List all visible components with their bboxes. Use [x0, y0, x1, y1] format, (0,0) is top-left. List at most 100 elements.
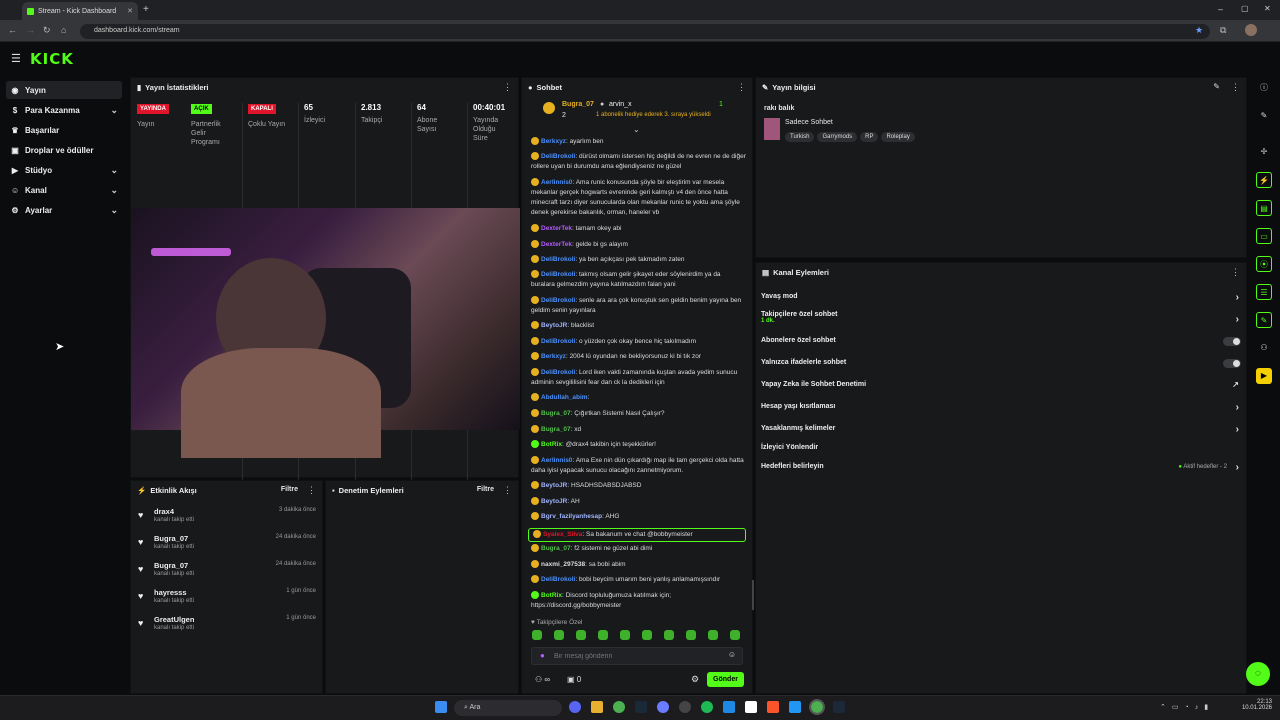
more-options-icon[interactable]: ⋮ — [307, 485, 316, 496]
action-set-goals[interactable]: Hedefleri belirleyin ● Aktif hedefler - 2… — [761, 462, 1241, 479]
vscode-icon[interactable] — [723, 701, 735, 713]
chat-username[interactable]: DexterTek — [541, 241, 572, 248]
profile-avatar[interactable] — [1245, 24, 1257, 36]
edit-icon[interactable]: ✎ — [1213, 82, 1220, 91]
chat-username[interactable]: DeliBrokoli — [541, 576, 575, 583]
document-panel-icon[interactable]: ▤ — [1256, 200, 1272, 216]
chat-username[interactable]: naxmi_297538 — [541, 561, 585, 568]
chevron-down-icon[interactable]: ⌄ — [633, 125, 640, 134]
chat-username[interactable]: Berkxyz — [541, 138, 566, 145]
action-banned-words[interactable]: Yasaklanmış kelimeler › — [761, 424, 1241, 441]
app-icon[interactable] — [657, 701, 669, 713]
chat-username[interactable]: Abdullah_abim — [541, 394, 588, 401]
broadcast-panel-icon[interactable]: ⦿ — [1256, 256, 1272, 272]
chat-username[interactable]: Bugra_07 — [541, 410, 571, 417]
system-tray-icons[interactable]: ⌃▭◔♪▮ — [1160, 703, 1214, 711]
github-icon[interactable] — [679, 701, 691, 713]
brave-icon[interactable] — [767, 701, 779, 713]
emote-icon[interactable] — [664, 630, 674, 640]
app-icon[interactable] — [789, 701, 801, 713]
stream-category[interactable]: Sadece Sohbet — [785, 119, 833, 126]
emote-icon[interactable] — [686, 630, 696, 640]
chat-username[interactable]: Aerlinnis0 — [541, 179, 572, 186]
users-panel-icon[interactable]: ⚇ — [1256, 340, 1272, 356]
more-options-icon[interactable]: ⋮ — [503, 485, 512, 496]
chat-username[interactable]: Syalex_Silva — [543, 531, 582, 538]
subscribers-only-toggle[interactable] — [1223, 337, 1241, 346]
steam-icon[interactable] — [635, 701, 647, 713]
bolt-panel-icon[interactable]: ⚡ — [1256, 172, 1272, 188]
taskbar-search[interactable]: ⌕ Ara — [454, 700, 562, 716]
emoji-icon[interactable]: ☺ — [728, 650, 736, 659]
emotes-only-toggle[interactable] — [1223, 359, 1241, 368]
chat-username[interactable]: Bugra_07 — [541, 426, 571, 433]
more-options-icon[interactable]: ⋮ — [737, 82, 746, 93]
action-account-age[interactable]: Hesap yaşı kısıtlaması › — [761, 402, 1241, 419]
chat-username[interactable]: DexterTek — [541, 225, 572, 232]
stream-preview-video[interactable] — [131, 208, 520, 458]
bookmark-star-icon[interactable]: ★ — [1195, 25, 1203, 36]
back-icon[interactable]: ← — [8, 25, 17, 35]
extensions-icon[interactable]: ⧉ — [1220, 25, 1226, 36]
sidebar-item-droplar[interactable]: ▣ Droplar ve ödüller — [6, 141, 122, 159]
action-ai-moderation[interactable]: Yapay Zeka ile Sohbet Denetimi ↗ — [761, 380, 1241, 397]
chat-username[interactable]: DeliBrokoli — [541, 271, 575, 278]
action-emotes-only[interactable]: Yalnızca ifadelerle sohbet — [761, 359, 1241, 375]
url-input[interactable]: dashboard.kick.com/stream — [80, 24, 1210, 39]
help-chat-button[interactable]: ◌ — [1246, 662, 1270, 686]
mod-filter-button[interactable]: Filtre — [477, 486, 494, 493]
spotify-icon[interactable] — [701, 701, 713, 713]
sidebar-item-yayin[interactable]: ◉ Yayın — [6, 81, 122, 99]
menu-icon[interactable]: ☰ — [11, 52, 21, 65]
chat-scrollbar[interactable] — [752, 580, 754, 610]
chrome-active-icon[interactable] — [809, 699, 825, 715]
chat-panel-icon[interactable]: ▭ — [1256, 228, 1272, 244]
browser-tab[interactable]: Stream - Kick Dashboard ✕ — [22, 2, 138, 20]
chat-username[interactable]: BeytoJR — [541, 482, 567, 489]
action-host-viewers[interactable]: İzleyici Yönlendir — [761, 444, 1241, 460]
layout-panel-icon[interactable]: ☰ — [1256, 284, 1272, 300]
steam-icon[interactable] — [833, 701, 845, 713]
chat-username[interactable]: Aerlinnis0 — [541, 457, 572, 464]
users-infinity[interactable]: ⚇ ∞ — [535, 675, 550, 684]
chat-username[interactable]: BeytoJR — [541, 322, 567, 329]
minimize-icon[interactable]: – — [1218, 4, 1223, 14]
chat-username[interactable]: Berkxyz — [541, 353, 566, 360]
emote-icon[interactable] — [576, 630, 586, 640]
events-filter-button[interactable]: Filtre — [281, 486, 298, 493]
lock-count[interactable]: ▣ 0 — [567, 675, 581, 684]
sidebar-item-para-kazanma[interactable]: $ Para Kazanma ⌄ — [6, 101, 122, 119]
new-tab-icon[interactable]: + — [143, 4, 149, 15]
chat-username[interactable]: Bgrv_fazilyanhesap — [541, 513, 602, 520]
chat-username[interactable]: DeliBrokoli — [541, 256, 575, 263]
crosshair-icon[interactable]: ✢ — [1256, 144, 1272, 160]
kick-logo[interactable]: KICK — [30, 50, 74, 68]
more-options-icon[interactable]: ⋮ — [1231, 267, 1240, 278]
chat-username[interactable]: BotRix — [541, 441, 562, 448]
chat-username[interactable]: DeliBrokoli — [541, 153, 575, 160]
emote-icon[interactable] — [554, 630, 564, 640]
action-subscribers-only[interactable]: Abonelere özel sohbet — [761, 337, 1241, 353]
emote-icon[interactable] — [620, 630, 630, 640]
sidebar-item-basarilar[interactable]: ♛ Başarılar — [6, 121, 122, 139]
chrome-icon[interactable] — [613, 701, 625, 713]
notion-icon[interactable] — [745, 701, 757, 713]
chat-settings-icon[interactable]: ⚙ — [691, 674, 699, 685]
event-user[interactable]: drax4 — [154, 507, 174, 516]
discord-icon[interactable] — [569, 701, 581, 713]
event-user[interactable]: Bugra_07 — [154, 561, 188, 570]
wrench-panel-icon[interactable]: ✎ — [1256, 312, 1272, 328]
sidebar-item-ayarlar[interactable]: ⚙ Ayarlar ⌄ — [6, 201, 122, 219]
windows-start-icon[interactable] — [435, 701, 447, 713]
sidebar-item-studyo[interactable]: ▶ Stüdyo ⌄ — [6, 161, 122, 179]
taskbar-clock[interactable]: 22:13 10.01.2026 — [1240, 699, 1272, 711]
folder-icon[interactable] — [591, 701, 603, 713]
emote-icon[interactable] — [708, 630, 718, 640]
chat-username[interactable]: DeliBrokoli — [541, 297, 575, 304]
chat-username[interactable]: DeliBrokoli — [541, 369, 575, 376]
pinned-user[interactable]: Bugra_07 — [562, 101, 594, 108]
reload-icon[interactable]: ↻ — [43, 25, 51, 36]
maximize-icon[interactable]: ▢ — [1241, 4, 1249, 13]
more-options-icon[interactable]: ⋮ — [1231, 82, 1240, 93]
event-user[interactable]: hayresss — [154, 588, 187, 597]
